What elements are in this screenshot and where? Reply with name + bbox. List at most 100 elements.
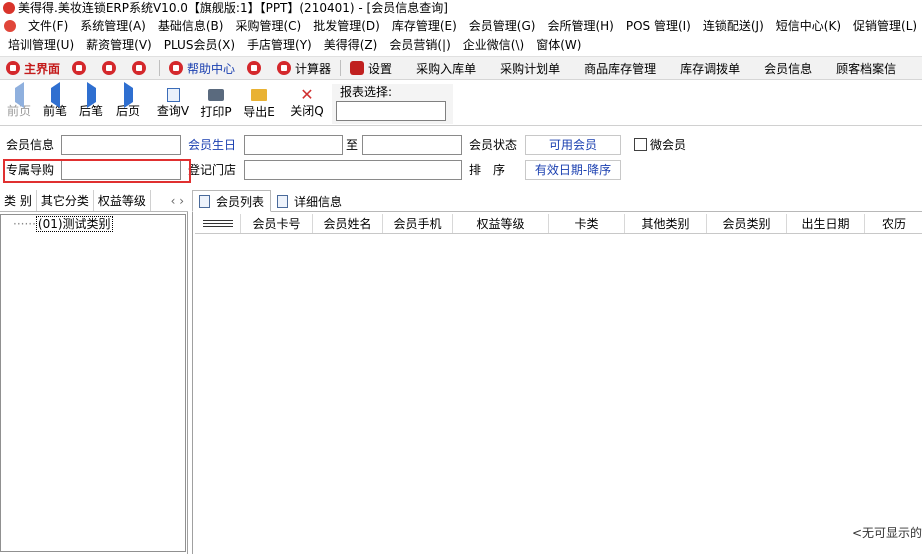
menu-club[interactable]: 会所管理(H) <box>541 17 619 36</box>
printer-icon <box>208 89 224 103</box>
shortcut-stock-transfer[interactable]: 库存调拨单 <box>674 57 746 79</box>
col-birth-date[interactable]: 出生日期 <box>787 214 865 233</box>
col-other-category[interactable]: 其他类别 <box>625 214 707 233</box>
wechat-member-label: 微会员 <box>650 138 687 152</box>
app-logo-icon <box>3 2 15 14</box>
member-tabs: 会员列表 详细信息 <box>192 190 922 212</box>
col-member-phone[interactable]: 会员手机 <box>383 214 453 233</box>
close-label: 关闭Q <box>290 104 324 118</box>
menu-member-marketing[interactable]: 会员营销(|) <box>383 36 456 55</box>
tab-detail-info-label: 详细信息 <box>294 194 343 209</box>
next-record-button[interactable]: 后笔 <box>72 82 110 122</box>
member-grid: 会员卡号 会员姓名 会员手机 权益等级 卡类 其他类别 会员类别 出生日期 农历… <box>192 212 922 554</box>
menu-system[interactable]: 系统管理(A) <box>74 17 152 36</box>
member-info-input[interactable] <box>61 135 181 155</box>
shortcut-home[interactable] <box>241 57 271 79</box>
menu-sms[interactable]: 短信中心(K) <box>770 17 847 36</box>
print-label: 打印P <box>200 105 232 119</box>
close-button[interactable]: ✕ 关闭Q <box>288 86 326 122</box>
menu-training[interactable]: 培训管理(U) <box>2 36 80 55</box>
highlight-frame <box>3 159 191 183</box>
tab-detail-info[interactable]: 详细信息 <box>271 190 348 212</box>
last-page-button[interactable]: 后页 <box>109 82 147 122</box>
report-select-input[interactable] <box>336 101 446 121</box>
shortcut-product-stock[interactable]: 商品库存管理 <box>578 57 662 79</box>
menu-enterprise-wechat[interactable]: 企业微信(\) <box>457 36 530 55</box>
wechat-member-checkbox[interactable] <box>634 138 647 151</box>
col-card-no[interactable]: 会员卡号 <box>241 214 313 233</box>
col-member-category[interactable]: 会员类别 <box>707 214 787 233</box>
tab-other-category[interactable]: 其它分类 <box>37 190 94 211</box>
menu-row-1: 文件(F) 系统管理(A) 基础信息(B) 采购管理(C) 批发管理(D) 库存… <box>4 17 922 36</box>
shortcut-help[interactable]: 帮助中心 <box>163 57 241 79</box>
window-titlebar: 美得得.美妆连锁ERP系统V10.0【旗舰版:1】【PPT】(210401) -… <box>0 0 922 16</box>
row-indicator-header[interactable] <box>195 214 241 233</box>
menu-mobile-store[interactable]: 手店管理(Y) <box>241 36 318 55</box>
shortcut-purchase-receipt[interactable]: 采购入库单 <box>410 57 482 79</box>
query-button[interactable]: 查询V <box>154 86 192 122</box>
col-card-type[interactable]: 卡类 <box>549 214 625 233</box>
tree-item-test-category[interactable]: ······ (01)测试类别 <box>13 216 113 232</box>
shortcut-member-info[interactable]: 会员信息 <box>758 57 818 79</box>
col-benefit-level[interactable]: 权益等级 <box>453 214 549 233</box>
shortcut-help-label: 帮助中心 <box>187 61 236 76</box>
shortcut-lock[interactable] <box>66 57 96 79</box>
empty-grid-message: <无可显示的 <box>851 526 922 540</box>
shortcut-divider <box>340 60 342 76</box>
prev-record-button[interactable]: 前笔 <box>36 82 74 122</box>
sort-select[interactable]: 有效日期-降序 <box>525 160 621 180</box>
category-tree: ······ (01)测试类别 <box>0 214 186 552</box>
tree-connector: ······ <box>13 217 36 231</box>
shortcut-shield[interactable] <box>126 57 156 79</box>
tab-benefit-level[interactable]: 权益等级 <box>94 190 151 211</box>
menu-file[interactable]: 文件(F) <box>22 17 74 36</box>
menu-meidede[interactable]: 美得得(Z) <box>318 36 384 55</box>
first-page-button[interactable]: 前页 <box>0 82 38 122</box>
menu-inventory[interactable]: 库存管理(E) <box>386 17 463 36</box>
menu-plus-member[interactable]: PLUS会员(X) <box>158 36 241 55</box>
shortcut-settings[interactable]: 设置 <box>344 57 398 79</box>
tab-member-list-label: 会员列表 <box>216 194 265 209</box>
calculator-icon <box>277 61 292 75</box>
last-page-icon <box>120 82 136 108</box>
menu-wholesale[interactable]: 批发管理(D) <box>307 17 386 36</box>
register-store-input[interactable] <box>244 160 462 180</box>
menu-basic-info[interactable]: 基础信息(B) <box>152 17 230 36</box>
menu-chain-delivery[interactable]: 连锁配送(J) <box>697 17 770 36</box>
birthday-to-input[interactable] <box>362 135 462 155</box>
shortcut-chat[interactable] <box>96 57 126 79</box>
tab-category[interactable]: 类 别 <box>0 190 37 211</box>
system-menu-icon[interactable] <box>4 20 16 32</box>
print-button[interactable]: 打印P <box>197 86 235 122</box>
member-status-select[interactable]: 可用会员 <box>525 135 621 155</box>
shortcut-purchase-plan[interactable]: 采购计划单 <box>494 57 566 79</box>
shortcut-divider <box>159 60 161 76</box>
chat-icon <box>102 61 117 75</box>
tab-scroll-arrows[interactable]: ‹ › <box>171 190 184 212</box>
birthday-from-input[interactable] <box>244 135 343 155</box>
shortcut-calculator-label: 计算器 <box>295 61 332 76</box>
shortcut-main[interactable]: 主界面 <box>0 57 66 79</box>
shortcut-customer-file[interactable]: 顾客档案信 <box>830 57 902 79</box>
tree-item-label: (01)测试类别 <box>35 216 113 232</box>
col-lunar[interactable]: 农历 <box>865 214 922 233</box>
shortcut-bar: 主界面 帮助中心 计算器 设置 采购入库单 采购计划单 商品库存管理 库存调拨单… <box>0 56 922 80</box>
export-folder-icon <box>251 89 267 103</box>
menu-window[interactable]: 窗体(W) <box>530 36 587 55</box>
tab-member-list[interactable]: 会员列表 <box>192 190 272 212</box>
menu-member[interactable]: 会员管理(G) <box>463 17 542 36</box>
export-button[interactable]: 导出E <box>240 86 278 122</box>
shortcut-calculator[interactable]: 计算器 <box>271 57 337 79</box>
prev-arrow-icon <box>47 82 63 108</box>
menu-bar: 文件(F) 系统管理(A) 基础信息(B) 采购管理(C) 批发管理(D) 库存… <box>0 17 922 55</box>
menu-promotion[interactable]: 促销管理(L) <box>847 17 922 36</box>
category-panel: 类 别 其它分类 权益等级 ‹ › ······ (01)测试类别 <box>0 190 188 554</box>
birthday-to-label: 至 <box>346 138 359 152</box>
menu-pos[interactable]: POS 管理(I) <box>620 17 697 36</box>
member-status-label: 会员状态 <box>469 138 518 152</box>
menu-salary[interactable]: 薪资管理(V) <box>80 36 158 55</box>
col-member-name[interactable]: 会员姓名 <box>313 214 383 233</box>
menu-purchase[interactable]: 采购管理(C) <box>229 17 307 36</box>
grid-header: 会员卡号 会员姓名 会员手机 权益等级 卡类 其他类别 会员类别 出生日期 农历 <box>195 214 922 234</box>
window-title: 美得得.美妆连锁ERP系统V10.0【旗舰版:1】【PPT】(210401) -… <box>18 1 448 15</box>
